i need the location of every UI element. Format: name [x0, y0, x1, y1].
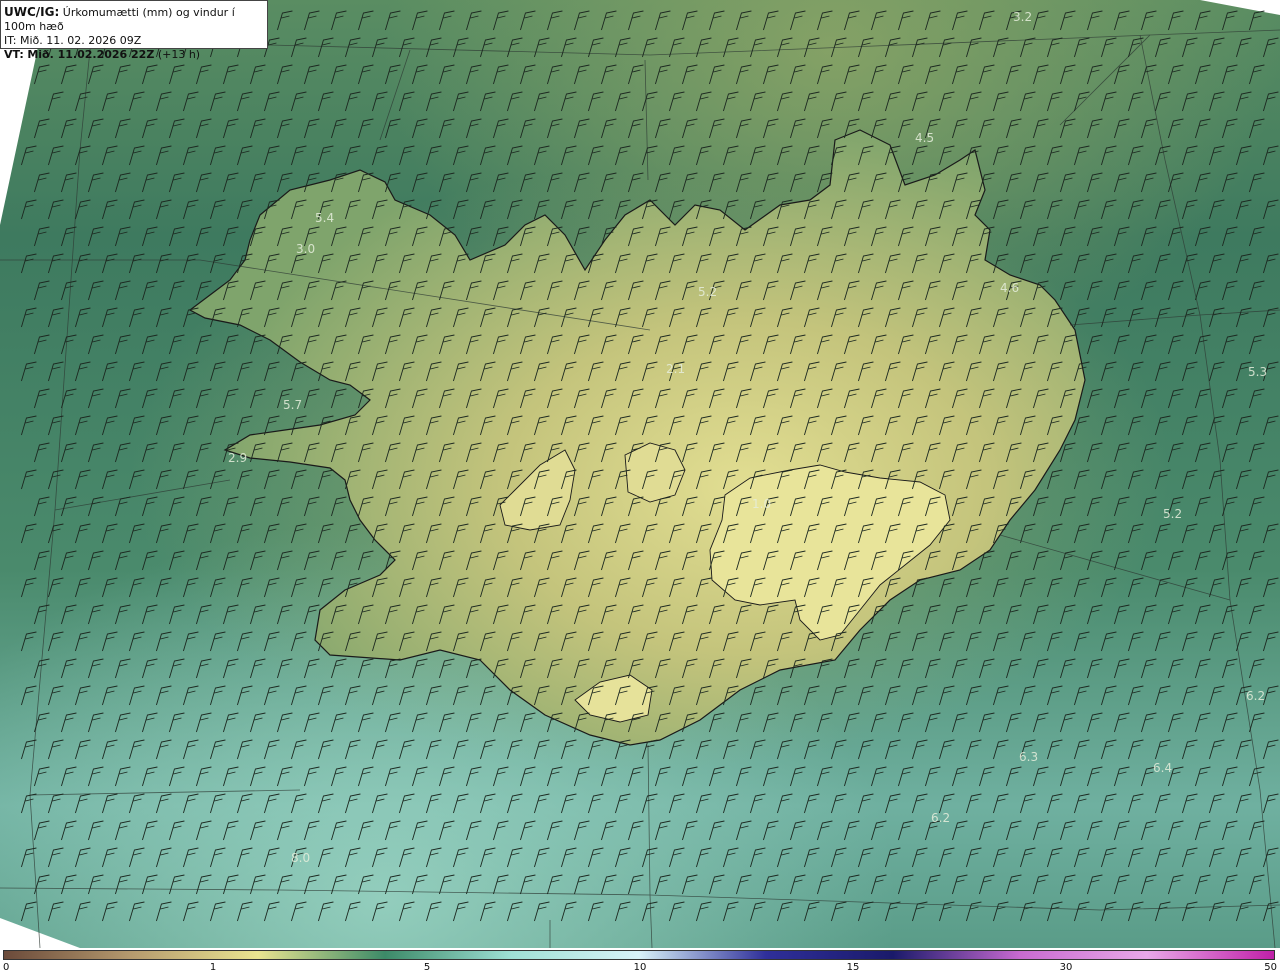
valid-time-line: VT: Mið. 11.02.2026 22Z (+13 h) — [4, 48, 263, 62]
value-label: 5.2 — [1163, 507, 1182, 521]
value-label: 5.7 — [283, 398, 302, 412]
value-label: 5.4 — [315, 211, 334, 225]
value-label: 2.1 — [666, 362, 685, 376]
title-line: UWC/IG: Úrkomumætti (mm) og vindur í 100… — [4, 5, 263, 34]
map-area: 3.2 4.5 5.4 3.0 5.2 4.6 5.3 5.7 2.9 5.2 … — [0, 0, 1280, 948]
colorbar-tick: 50 — [1264, 962, 1277, 973]
colorbar-tick: 10 — [633, 962, 647, 973]
colorbar-tick: 0 — [3, 962, 10, 973]
value-label: 6.4 — [1153, 761, 1172, 775]
colorbar-tick: 30 — [1059, 962, 1073, 973]
colorbar-legend: 0 1 5 10 15 30 50 — [0, 948, 1280, 978]
value-label: 4.6 — [1000, 281, 1019, 295]
issue-time: IT: Mið. 11. 02. 2026 09Z — [4, 34, 142, 47]
valid-time: Mið. 11.02.2026 22Z — [27, 48, 155, 61]
value-label: 5.2 — [698, 285, 717, 299]
colorbar-tick: 5 — [423, 962, 431, 973]
value-label: 2.9 — [228, 451, 247, 465]
value-label: 6.2 — [931, 811, 950, 825]
value-label: 6.2 — [1246, 689, 1265, 703]
model-name: UWC/IG: — [4, 5, 60, 19]
colorbar-tick: 15 — [846, 962, 860, 973]
colorbar-strip — [3, 950, 1275, 960]
value-label: 1.0 — [752, 497, 771, 511]
value-label: 5.3 — [1248, 365, 1267, 379]
value-label: 3.2 — [1013, 10, 1032, 24]
forecast-map: 3.2 4.5 5.4 3.0 5.2 4.6 5.3 5.7 2.9 5.2 … — [0, 0, 1280, 948]
value-label: 3.0 — [296, 242, 315, 256]
colorbar-tick: 1 — [209, 962, 217, 973]
glacier-hofsjokull — [624, 442, 686, 503]
valid-offset: (+13 h) — [157, 48, 201, 61]
valid-prefix: VT: — [4, 48, 24, 61]
map-info-box: UWC/IG: Úrkomumætti (mm) og vindur í 100… — [0, 0, 268, 61]
value-label: 6.3 — [1019, 750, 1038, 764]
value-label: 8.0 — [291, 851, 310, 865]
value-label: 4.5 — [915, 131, 934, 145]
